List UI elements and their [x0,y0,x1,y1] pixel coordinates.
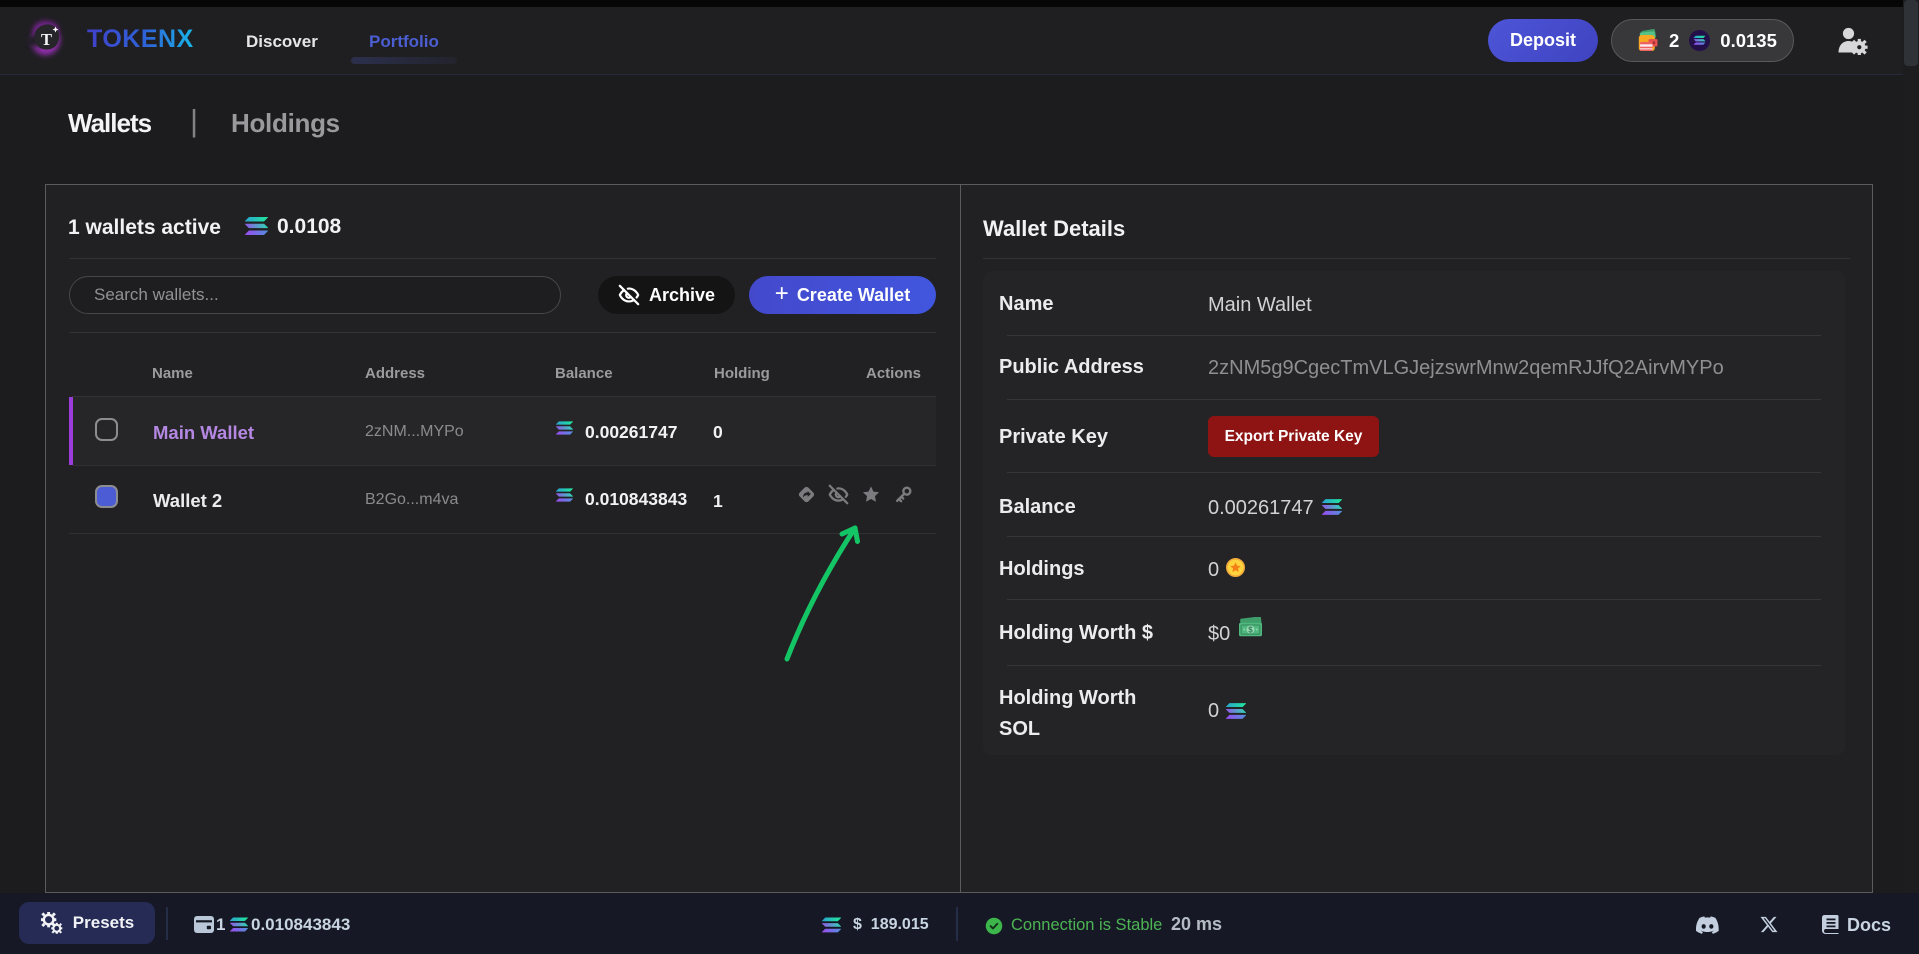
svg-text:$: $ [1248,625,1253,634]
svg-text:T: T [41,30,52,49]
